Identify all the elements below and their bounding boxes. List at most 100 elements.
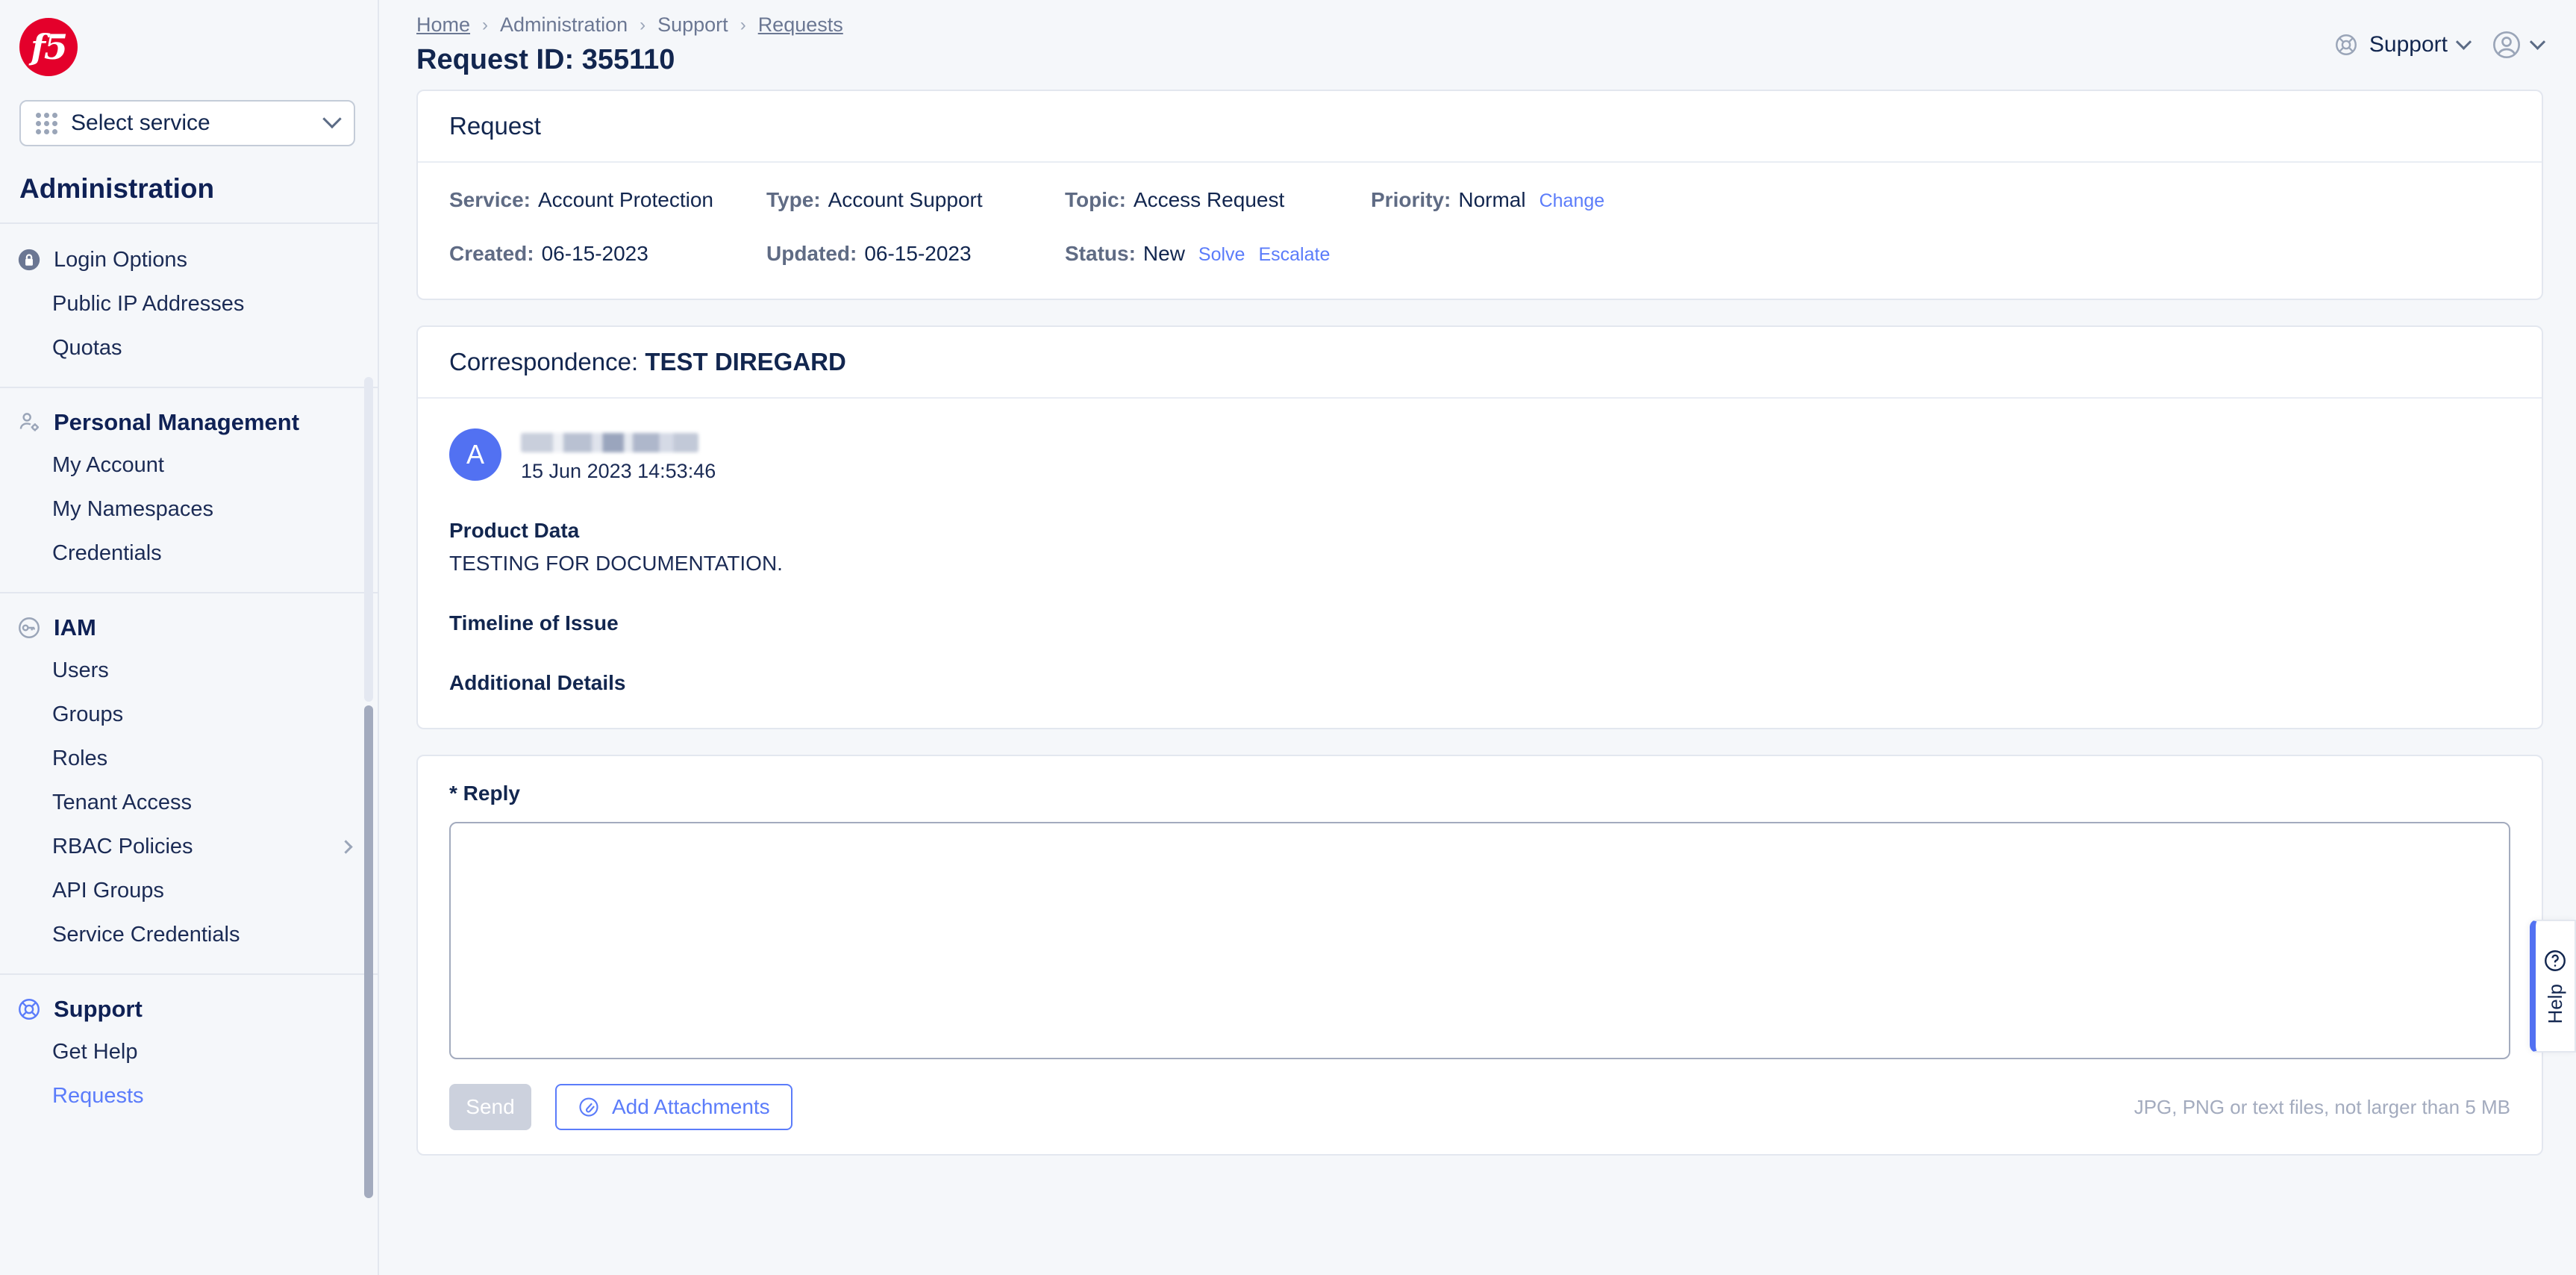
- sidebar-item-label: Roles: [52, 746, 107, 771]
- nav-section-personal-management[interactable]: Personal Management: [0, 402, 378, 443]
- key-circle-icon: [16, 615, 42, 640]
- meta-label: Service:: [449, 188, 531, 212]
- sidebar-item-rbac-policies[interactable]: RBAC Policies: [0, 825, 378, 869]
- meta-value: Account Protection: [538, 188, 713, 212]
- sidebar-item-api-groups[interactable]: API Groups: [0, 869, 378, 913]
- sidebar-item-requests[interactable]: Requests: [0, 1074, 378, 1118]
- chevron-right-icon: ›: [640, 15, 645, 36]
- lifebuoy-icon: [16, 997, 42, 1022]
- breadcrumb-item-administration[interactable]: Administration: [500, 13, 628, 37]
- meta-service: Service: Account Protection: [449, 188, 766, 212]
- nav-group-general: Login Options Public IP Addresses Quotas: [0, 222, 378, 387]
- sidebar-item-my-namespaces[interactable]: My Namespaces: [0, 487, 378, 531]
- user-circle-icon: [2492, 30, 2522, 60]
- sidebar-scrollbar-thumb[interactable]: [364, 705, 373, 1198]
- sidebar-item-label: Tenant Access: [52, 791, 192, 815]
- meta-priority: Priority: Normal Change: [1371, 188, 1604, 212]
- nav-section-label: IAM: [54, 614, 96, 641]
- breadcrumb-item-home[interactable]: Home: [416, 13, 470, 37]
- sidebar-item-label: Users: [52, 658, 109, 683]
- chevron-down-icon: [322, 110, 341, 128]
- meta-type: Type: Account Support: [766, 188, 1065, 212]
- message-section-heading: Timeline of Issue: [449, 611, 2510, 635]
- sidebar-item-my-account[interactable]: My Account: [0, 443, 378, 487]
- sidebar-item-label: API Groups: [52, 879, 164, 903]
- lock-icon: [16, 247, 42, 272]
- meta-updated: Updated: 06-15-2023: [766, 242, 1065, 266]
- nav-section-support[interactable]: Support: [0, 988, 378, 1030]
- author-name-redacted: [521, 433, 698, 452]
- help-tab-label: Help: [2544, 984, 2567, 1023]
- reply-actions: Send Add Attachments JPG, PNG or text fi…: [449, 1084, 2510, 1130]
- correspondence-title: Correspondence: TEST DIREGARD: [449, 348, 2510, 376]
- sidebar-item-label: Quotas: [52, 336, 122, 361]
- grid-dots-icon: [36, 113, 57, 134]
- message-timestamp: 15 Jun 2023 14:53:46: [521, 460, 716, 483]
- sidebar-item-label: RBAC Policies: [52, 835, 193, 859]
- service-selector[interactable]: Select service: [19, 100, 355, 146]
- sidebar-item-label: Login Options: [54, 248, 187, 272]
- change-priority-link[interactable]: Change: [1539, 190, 1605, 212]
- breadcrumb: Home › Administration › Support › Reques…: [416, 13, 843, 37]
- message-header: A 15 Jun 2023 14:53:46: [449, 428, 2510, 483]
- sidebar-item-label: Requests: [52, 1084, 144, 1109]
- nav-section-iam[interactable]: IAM: [0, 607, 378, 649]
- sidebar-item-public-ip-addresses[interactable]: Public IP Addresses: [0, 282, 378, 326]
- meta-value: 06-15-2023: [542, 242, 648, 266]
- sidebar-item-tenant-access[interactable]: Tenant Access: [0, 781, 378, 825]
- breadcrumb-item-requests[interactable]: Requests: [758, 13, 843, 37]
- sidebar-item-label: Groups: [52, 702, 123, 727]
- add-attachments-button[interactable]: Add Attachments: [555, 1084, 793, 1130]
- sidebar-item-login-options[interactable]: Login Options: [0, 237, 378, 282]
- sidebar-item-service-credentials[interactable]: Service Credentials: [0, 913, 378, 957]
- meta-value: New: [1143, 242, 1185, 266]
- meta-value: Access Request: [1134, 188, 1284, 212]
- support-menu-button[interactable]: Support: [2333, 32, 2469, 57]
- solve-link[interactable]: Solve: [1198, 244, 1245, 266]
- content-scroll: Request Service: Account Protection Type…: [379, 90, 2576, 1275]
- meta-label: Created:: [449, 242, 534, 266]
- reply-input[interactable]: [449, 822, 2510, 1059]
- breadcrumb-item-support[interactable]: Support: [657, 13, 728, 37]
- sidebar-item-quotas[interactable]: Quotas: [0, 326, 378, 370]
- request-card-body: Service: Account Protection Type: Accoun…: [418, 163, 2542, 299]
- sidebar-item-roles[interactable]: Roles: [0, 737, 378, 781]
- chevron-down-icon: [2456, 34, 2472, 49]
- send-button[interactable]: Send: [449, 1084, 531, 1130]
- app-root: f5 Select service Administration Login O…: [0, 0, 2576, 1275]
- sidebar-item-groups[interactable]: Groups: [0, 693, 378, 737]
- meta-label: Priority:: [1371, 188, 1451, 212]
- reply-card-body: * Reply Send Add Attachments JPG, PNG or…: [418, 756, 2542, 1154]
- account-menu-button[interactable]: [2492, 30, 2543, 60]
- paperclip-icon: [578, 1096, 600, 1118]
- sidebar-item-credentials[interactable]: Credentials: [0, 531, 378, 576]
- page-title: Request ID: 355110: [416, 44, 843, 76]
- f5-logo-icon[interactable]: f5: [19, 18, 78, 76]
- meta-value: Normal: [1458, 188, 1525, 212]
- message-section-heading: Additional Details: [449, 671, 2510, 695]
- correspondence-card: Correspondence: TEST DIREGARD A 15 Jun 2…: [416, 325, 2543, 729]
- topbar: Home › Administration › Support › Reques…: [379, 0, 2576, 90]
- escalate-link[interactable]: Escalate: [1258, 244, 1330, 266]
- sidebar-item-label: My Account: [52, 453, 164, 478]
- nav-group-iam: IAM Users Groups Roles Tenant Access RBA…: [0, 592, 378, 973]
- support-menu-label: Support: [2369, 32, 2448, 57]
- chevron-down-icon: [2530, 34, 2545, 49]
- sidebar-item-users[interactable]: Users: [0, 649, 378, 693]
- sidebar-item-label: My Namespaces: [52, 497, 213, 522]
- message-section-body: TESTING FOR DOCUMENTATION.: [449, 552, 2510, 576]
- reply-label: * Reply: [449, 782, 2510, 805]
- meta-created: Created: 06-15-2023: [449, 242, 766, 266]
- reply-card: * Reply Send Add Attachments JPG, PNG or…: [416, 755, 2543, 1156]
- attachment-hint: JPG, PNG or text files, not larger than …: [2134, 1096, 2510, 1119]
- meta-label: Topic:: [1065, 188, 1126, 212]
- sidebar-item-get-help[interactable]: Get Help: [0, 1030, 378, 1074]
- help-tab[interactable]: Help: [2530, 920, 2576, 1053]
- meta-topic: Topic: Access Request: [1065, 188, 1371, 212]
- topbar-left: Home › Administration › Support › Reques…: [416, 13, 843, 76]
- nav-group-support: Support Get Help Requests: [0, 973, 378, 1135]
- request-card-title: Request: [449, 112, 2510, 140]
- meta-value: Account Support: [828, 188, 983, 212]
- nav-section-label: Personal Management: [54, 409, 299, 436]
- correspondence-subject: TEST DIREGARD: [645, 348, 846, 375]
